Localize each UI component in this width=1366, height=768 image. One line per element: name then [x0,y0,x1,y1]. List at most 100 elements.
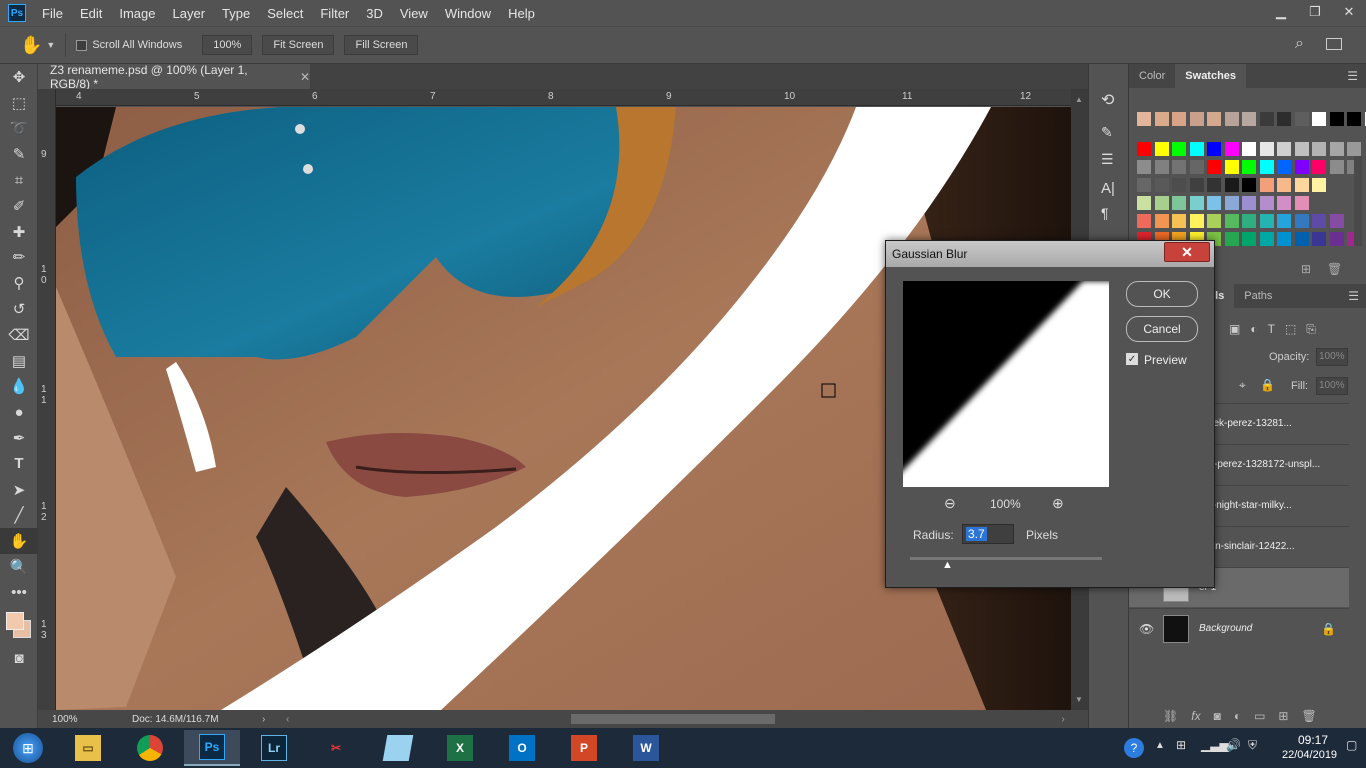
image-filter-icon[interactable]: ▣ [1229,322,1240,337]
swatch[interactable] [1259,160,1274,174]
delete-layer-icon[interactable]: 🗑 [1301,709,1316,723]
status-zoom[interactable]: 100% [52,714,132,725]
panel-menu-icon[interactable]: ☰ [1347,64,1358,88]
swatch[interactable] [1189,178,1204,192]
menu-file[interactable]: File [42,6,63,21]
swatch[interactable] [1172,160,1186,174]
swatch[interactable] [1242,112,1256,126]
swatch[interactable] [1259,232,1274,246]
swatch[interactable] [1259,178,1274,192]
swatch[interactable] [1189,160,1204,174]
eraser-icon[interactable]: ⌫ [0,322,38,348]
scroll-all-checkbox[interactable] [76,39,88,51]
swatch[interactable] [1312,232,1326,246]
tray-extra-icon[interactable]: ⛨ [1248,738,1257,753]
swatch[interactable] [1347,112,1361,126]
hscroll-left-icon[interactable]: ‹ [286,714,289,725]
volume-icon[interactable]: 🔊 [1226,738,1241,752]
help-icon[interactable]: ? [1124,738,1144,758]
pen-tool-icon[interactable]: ✒ [0,425,38,451]
delete-swatch-icon[interactable]: 🗑 [1327,262,1342,276]
status-arrow-icon[interactable]: › [262,714,278,725]
tab-color[interactable]: Color [1129,64,1175,88]
taskbar-app-file-explorer[interactable]: ▭ [60,730,116,766]
swatch[interactable] [1137,196,1151,210]
minimize-icon[interactable]: ▁ [1264,0,1298,24]
swatch[interactable] [1224,232,1239,246]
menu-filter[interactable]: Filter [320,6,349,21]
quick-select-icon[interactable]: ✎ [0,141,38,167]
swatch[interactable] [1172,178,1186,192]
tab-paths[interactable]: Paths [1234,284,1282,308]
cancel-button[interactable]: Cancel [1126,316,1198,342]
radius-slider[interactable] [910,557,1102,560]
swatch[interactable] [1224,178,1239,192]
hand-tool-icon[interactable]: ✋ [20,35,42,56]
swatch[interactable] [1137,112,1151,126]
swatch[interactable] [1189,112,1204,126]
swatch[interactable] [1224,112,1239,126]
zoom-in-icon[interactable]: ⊕ [1052,495,1064,512]
adjustment-layer-icon[interactable]: ◐ [1234,709,1241,723]
eye-icon[interactable]: 👁 [1139,622,1154,636]
brush-settings-icon[interactable]: ✎ [1101,124,1128,141]
restore-icon[interactable]: ❐ [1298,0,1332,24]
document-tab[interactable]: Z3 renameme.psd @ 100% (Layer 1, RGB/8) … [38,63,310,91]
radius-input[interactable]: 3.7 [962,524,1014,544]
move-tool-icon[interactable]: ✥ [0,64,38,90]
paragraph-icon[interactable]: ¶ [1101,205,1128,221]
character-icon[interactable]: A| [1101,180,1128,197]
swatch[interactable] [1189,142,1204,156]
crop-tool-icon[interactable]: ⌗ [0,167,38,193]
lock-pixels-icon[interactable]: ⌖ [1239,378,1246,393]
swatch[interactable] [1207,214,1221,228]
workspace-icon[interactable] [1326,38,1342,50]
swatch[interactable] [1154,196,1169,210]
swatch[interactable] [1259,196,1274,210]
swatch[interactable] [1294,178,1309,192]
menu-edit[interactable]: Edit [80,6,102,21]
swatch[interactable] [1242,232,1256,246]
menu-select[interactable]: Select [267,6,303,21]
swatch[interactable] [1294,196,1309,210]
dodge-tool-icon[interactable]: ● [0,399,38,425]
chevron-down-icon[interactable]: ▼ [46,40,55,50]
taskbar-app-chrome[interactable] [122,730,178,766]
swatch[interactable] [1224,160,1239,174]
taskbar-app-notes[interactable] [370,730,426,766]
line-tool-icon[interactable]: ╱ [0,503,38,529]
horizontal-scrollbar[interactable] [571,714,776,724]
start-button[interactable]: ⊞ [0,730,56,766]
taskbar-app-snipping[interactable]: ✂ [308,730,364,766]
swatch[interactable] [1207,142,1221,156]
swatch[interactable] [1172,142,1186,156]
swatch[interactable] [1329,142,1344,156]
hscroll-right-icon[interactable]: › [1061,714,1064,725]
fx-icon[interactable]: fx [1191,709,1200,723]
blur-tool-icon[interactable]: 💧 [0,374,38,400]
swatch[interactable] [1294,232,1309,246]
dialog-titlebar[interactable]: Gaussian Blur ✕ [886,241,1214,267]
dialog-close-button[interactable]: ✕ [1164,242,1210,262]
taskbar-app-photoshop[interactable]: Ps [184,730,240,766]
opacity-field[interactable]: 100% [1316,348,1348,366]
swatch[interactable] [1137,178,1151,192]
taskbar-app-lightroom[interactable]: Lr [246,730,302,766]
hand-tool-icon[interactable]: ✋ [0,528,38,555]
swatch[interactable] [1294,214,1309,228]
marquee-tool-icon[interactable]: ⬚ [0,90,38,116]
history-brush-icon[interactable]: ↺ [0,296,38,322]
swatch[interactable] [1277,178,1291,192]
swatch[interactable] [1242,178,1256,192]
type-filter-icon[interactable]: T [1268,322,1275,337]
swatch[interactable] [1277,112,1291,126]
swatch[interactable] [1154,142,1169,156]
adjust-filter-icon[interactable]: ◐ [1250,322,1257,337]
quick-mask-icon[interactable]: ◙ [0,646,38,672]
healing-brush-icon[interactable]: ✚ [0,219,38,245]
lock-all-icon[interactable]: 🔒 [1260,378,1275,392]
layers-menu-icon[interactable]: ☰ [1348,284,1359,308]
signal-icon[interactable]: ▁▃▅ [1201,738,1229,752]
menu-window[interactable]: Window [445,6,491,21]
stamp-tool-icon[interactable]: ⚲ [0,270,38,296]
